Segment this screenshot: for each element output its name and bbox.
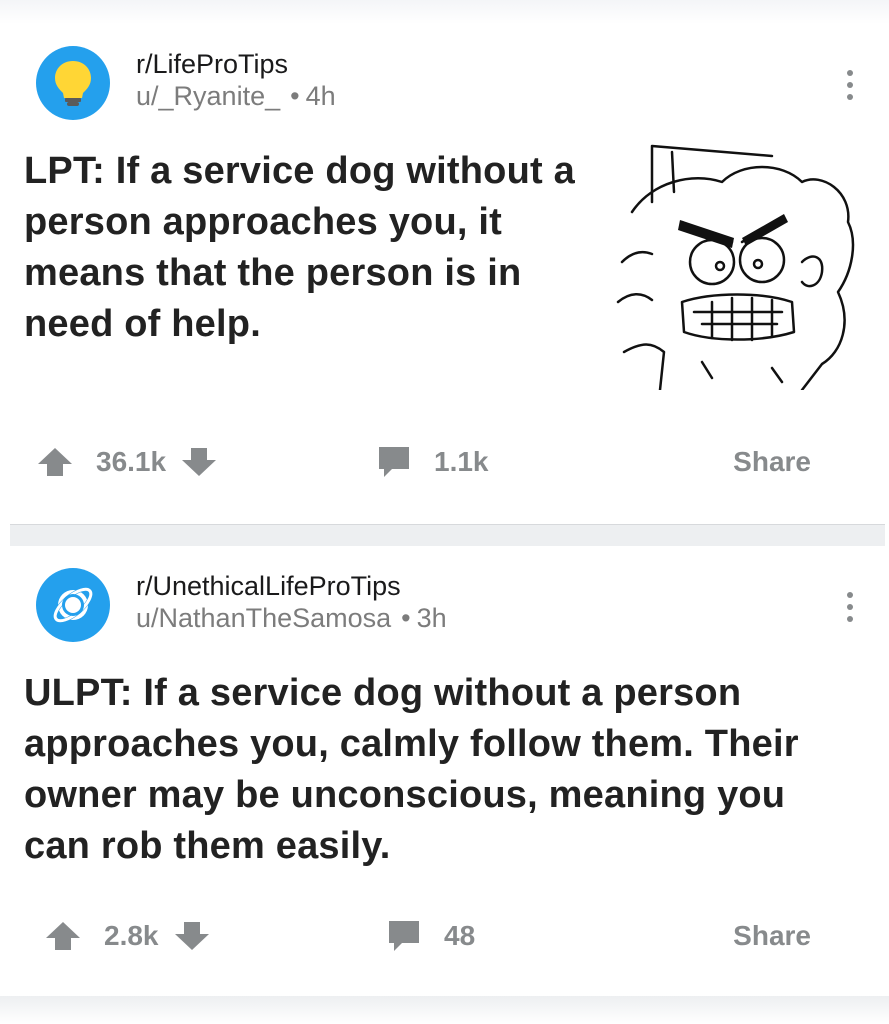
subreddit-name[interactable]: r/UnethicalLifeProTips: [136, 570, 447, 602]
subreddit-name[interactable]: r/LifeProTips: [136, 48, 336, 80]
upvote-count: 2.8k: [104, 920, 159, 951]
post-author[interactable]: u/_Ryanite_: [136, 81, 280, 111]
post-card[interactable]: r/UnethicalLifeProTips u/NathanTheSamosa…: [0, 546, 889, 996]
post-card[interactable]: r/LifeProTips u/_Ryanite_ • 4h LPT: If a s…: [0, 24, 889, 524]
comment-count: 1.1k: [434, 446, 489, 477]
more-options-icon[interactable]: [845, 592, 855, 622]
post-actions: 36.1k 1.1k Share: [0, 442, 889, 482]
post-author-line: u/_Ryanite_ • 4h: [136, 80, 336, 112]
bottom-edge: [0, 996, 889, 1024]
post-divider: [10, 524, 885, 547]
share-button[interactable]: Share: [733, 916, 811, 956]
post-title[interactable]: ULPT: If a service dog without a person …: [24, 668, 844, 872]
post-age: 4h: [305, 81, 336, 111]
post-age: 3h: [416, 603, 447, 633]
post-meta: r/LifeProTips u/_Ryanite_ • 4h: [136, 48, 336, 112]
lightbulb-icon: [55, 61, 91, 106]
post-author-line: u/NathanTheSamosa • 3h: [136, 602, 447, 634]
vote-group: 36.1k: [36, 442, 218, 482]
vote-group: 2.8k: [44, 916, 211, 956]
upvote-arrow-icon[interactable]: [44, 920, 82, 952]
comments-button[interactable]: 1.1k: [376, 442, 489, 482]
comment-icon: [379, 447, 409, 477]
planet-icon: [53, 587, 93, 623]
upvote-count: 36.1k: [96, 446, 167, 477]
subreddit-avatar[interactable]: [36, 568, 110, 642]
downvote-arrow-icon[interactable]: [173, 920, 211, 952]
share-button[interactable]: Share: [733, 442, 811, 482]
comment-count: 48: [444, 920, 476, 951]
post-title[interactable]: LPT: If a service dog without a person a…: [24, 146, 584, 350]
post-thumbnail[interactable]: [612, 142, 860, 390]
post-author[interactable]: u/NathanTheSamosa: [136, 603, 391, 633]
top-edge: [0, 0, 889, 24]
downvote-arrow-icon[interactable]: [180, 446, 218, 478]
separator-dot: •: [401, 603, 411, 633]
post-meta: r/UnethicalLifeProTips u/NathanTheSamosa…: [136, 570, 447, 634]
post-actions: 2.8k 48 Share: [0, 916, 889, 956]
separator-dot: •: [290, 81, 300, 111]
upvote-arrow-icon[interactable]: [36, 446, 74, 478]
comment-icon: [389, 921, 419, 951]
more-options-icon[interactable]: [845, 70, 855, 100]
comments-button[interactable]: 48: [386, 916, 475, 956]
subreddit-avatar[interactable]: [36, 46, 110, 120]
